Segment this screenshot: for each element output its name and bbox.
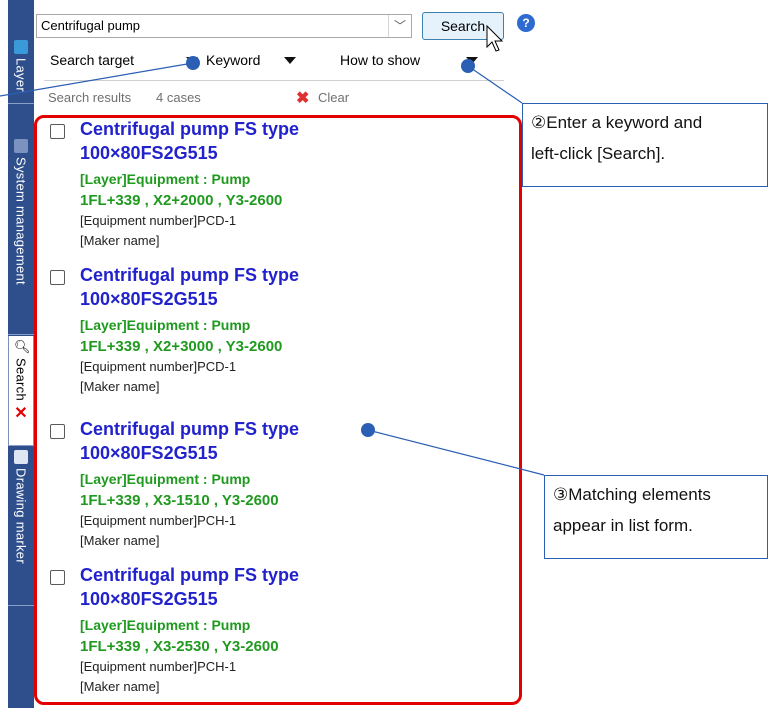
callout-list-step: ③Matching elements appear in list form.	[544, 475, 768, 559]
callout-search-step: ②Enter a keyword and left-click [Search]…	[522, 103, 768, 187]
mouse-cursor-icon	[486, 24, 504, 52]
keyword-leader-line	[0, 62, 194, 97]
keyword-leader-dot	[186, 56, 200, 70]
list-leader-line	[367, 429, 545, 476]
callout-list-line2: appear in list form.	[553, 516, 693, 535]
callout-search-line1: ②Enter a keyword and	[531, 113, 703, 132]
list-leader-dot	[361, 423, 375, 437]
callout-list-line1: ③Matching elements	[553, 485, 711, 504]
search-leader-dot	[461, 59, 475, 73]
search-leader-line	[467, 65, 523, 104]
callout-search-line2: left-click [Search].	[531, 144, 666, 163]
